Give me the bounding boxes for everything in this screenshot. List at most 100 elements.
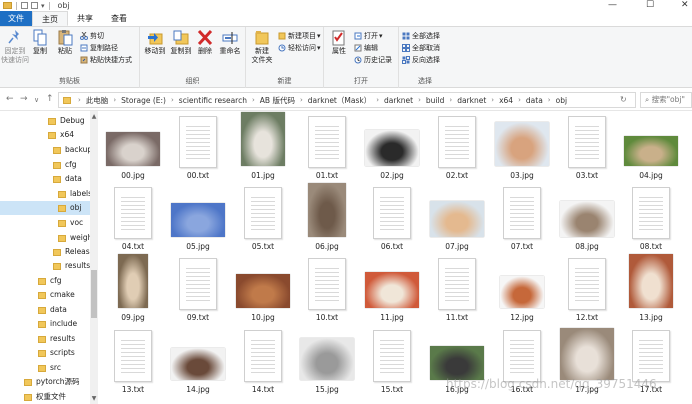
nav-item-release[interactable]: Release xyxy=(53,245,94,259)
back-icon[interactable]: ← xyxy=(6,94,14,104)
nav-item-results[interactable]: results xyxy=(38,332,75,346)
nav-item-include[interactable]: include xyxy=(38,317,77,331)
select-none-button[interactable]: 全部取消 xyxy=(402,42,440,53)
text-file-item[interactable]: 13.txt xyxy=(101,329,165,400)
up-icon[interactable]: ↑ xyxy=(46,94,54,104)
breadcrumb-item[interactable]: build xyxy=(426,96,444,105)
image-file-item[interactable]: 13.jpg xyxy=(619,254,683,328)
nav-item-voc[interactable]: voc xyxy=(58,216,83,230)
image-file-item[interactable]: 10.jpg xyxy=(231,257,295,328)
nav-item-cfg[interactable]: cfg xyxy=(38,274,62,288)
easy-access-button[interactable]: 轻松访问 ▾ xyxy=(278,42,321,53)
nav-item-backup[interactable]: backup xyxy=(53,143,92,157)
nav-item-cfg[interactable]: cfg xyxy=(53,158,77,172)
image-file-item[interactable]: 14.jpg xyxy=(166,329,230,400)
properties-button[interactable]: 属性 xyxy=(327,29,351,56)
open-button[interactable]: 打开 ▾ xyxy=(354,30,383,41)
nav-item-src[interactable]: src xyxy=(38,361,61,375)
nav-item-data[interactable]: data xyxy=(38,303,67,317)
forward-icon[interactable]: → xyxy=(20,94,28,104)
paste-shortcut-button[interactable]: 粘贴快捷方式 xyxy=(80,54,132,65)
breadcrumb[interactable]: › 此电脑 › Storage (E:) › scientific resear… xyxy=(58,92,636,108)
text-file-item[interactable]: 12.txt xyxy=(555,257,619,328)
nav-item-data[interactable]: data xyxy=(53,172,82,186)
image-file-item[interactable]: 03.jpg xyxy=(490,115,554,186)
delete-button[interactable]: 删除 xyxy=(194,29,216,56)
nav-item-debug[interactable]: Debug xyxy=(48,114,85,128)
text-file-item[interactable]: 04.txt xyxy=(101,186,165,257)
tab-view[interactable]: 查看 xyxy=(102,11,136,26)
minimize-icon[interactable]: — xyxy=(608,0,617,11)
image-file-item[interactable]: 08.jpg xyxy=(555,186,619,257)
breadcrumb-item[interactable]: x64 xyxy=(499,96,513,105)
nav-item-weights-files[interactable]: 权重文件 xyxy=(24,390,66,404)
text-file-item[interactable]: 01.txt xyxy=(295,115,359,186)
nav-scrollbar-thumb[interactable] xyxy=(91,270,97,318)
recent-dropdown-icon[interactable]: ∨ xyxy=(34,96,39,104)
image-file-item[interactable]: 00.jpg xyxy=(101,115,165,186)
image-file-item[interactable]: 04.jpg xyxy=(619,115,683,186)
breadcrumb-item[interactable]: AB 版代码 xyxy=(260,95,295,106)
text-file-item[interactable]: 02.txt xyxy=(425,115,489,186)
breadcrumb-item[interactable]: darknet xyxy=(384,96,413,105)
refresh-icon[interactable]: ↻ xyxy=(620,95,627,104)
text-file-item[interactable]: 11.txt xyxy=(425,257,489,328)
text-file-item[interactable]: 06.txt xyxy=(360,186,424,257)
nav-item-pytorch[interactable]: pytorch源码 xyxy=(24,375,80,389)
breadcrumb-item[interactable]: data xyxy=(526,96,543,105)
edit-button[interactable]: 编辑 xyxy=(354,42,378,53)
select-all-button[interactable]: 全部选择 xyxy=(402,30,440,41)
paste-button[interactable]: 粘贴 xyxy=(53,29,77,56)
nav-item-obj[interactable]: obj xyxy=(0,201,90,215)
breadcrumb-item[interactable]: darknet xyxy=(457,96,486,105)
nav-item-cmake[interactable]: cmake xyxy=(38,288,75,302)
copy-path-button[interactable]: 复制路径 xyxy=(80,42,118,53)
copy-to-button[interactable]: 复制到 xyxy=(168,29,194,56)
nav-scrollbar[interactable] xyxy=(90,111,98,404)
image-file-item[interactable]: 05.jpg xyxy=(166,186,230,257)
image-file-item[interactable]: 11.jpg xyxy=(360,257,424,328)
pin-quick-access-button[interactable]: 固定到 快速访问 xyxy=(1,29,29,65)
breadcrumb-item[interactable]: 此电脑 xyxy=(86,95,109,106)
rename-button[interactable]: 重命名 xyxy=(217,29,243,56)
breadcrumb-item[interactable]: darknet（Mask） xyxy=(308,95,371,106)
copy-button[interactable]: 复制 xyxy=(29,29,51,56)
text-file-item[interactable]: 15.txt xyxy=(360,329,424,400)
quick-access-dropdown-icon[interactable]: ▾ xyxy=(41,2,45,10)
tab-home[interactable]: 主页 xyxy=(32,11,68,26)
text-file-item[interactable]: 08.txt xyxy=(619,186,683,257)
nav-item-x64[interactable]: x64 xyxy=(48,128,74,142)
cut-button[interactable]: 剪切 xyxy=(80,30,104,41)
text-file-item[interactable]: 07.txt xyxy=(490,186,554,257)
history-button[interactable]: 历史记录 xyxy=(354,54,392,65)
tab-share[interactable]: 共享 xyxy=(68,11,102,26)
image-file-item[interactable]: 15.jpg xyxy=(295,329,359,400)
breadcrumb-item[interactable]: scientific research xyxy=(179,96,247,105)
nav-item-results[interactable]: results xyxy=(53,259,90,273)
image-file-item[interactable]: 07.jpg xyxy=(425,186,489,257)
search-input[interactable]: ⌕ 搜索"obj" xyxy=(640,92,692,108)
new-folder-button[interactable]: 新建 文件夹 xyxy=(248,29,276,65)
image-file-item[interactable]: 01.jpg xyxy=(231,112,295,186)
properties-quick-icon[interactable] xyxy=(21,2,28,9)
nav-item-scripts[interactable]: scripts xyxy=(38,346,75,360)
nav-item-labels[interactable]: labels xyxy=(58,187,92,201)
text-file-item[interactable]: 05.txt xyxy=(231,186,295,257)
invert-selection-button[interactable]: 反向选择 xyxy=(402,54,440,65)
image-file-item[interactable]: 12.jpg xyxy=(490,257,554,328)
close-icon[interactable]: ✕ xyxy=(681,0,689,11)
new-item-button[interactable]: 新建项目 ▾ xyxy=(278,30,321,41)
image-file-item[interactable]: 09.jpg xyxy=(101,254,165,328)
image-file-item[interactable]: 06.jpg xyxy=(295,183,359,257)
image-file-item[interactable]: 02.jpg xyxy=(360,115,424,186)
text-file-item[interactable]: 09.txt xyxy=(166,257,230,328)
scroll-down-icon[interactable]: ▼ xyxy=(90,395,98,402)
text-file-item[interactable]: 00.txt xyxy=(166,115,230,186)
text-file-item[interactable]: 03.txt xyxy=(555,115,619,186)
scroll-up-icon[interactable]: ▲ xyxy=(90,113,98,120)
breadcrumb-item[interactable]: obj xyxy=(556,96,567,105)
tab-file[interactable]: 文件 xyxy=(0,11,32,26)
text-file-item[interactable]: 10.txt xyxy=(295,257,359,328)
maximize-icon[interactable]: ☐ xyxy=(646,0,654,11)
breadcrumb-item[interactable]: Storage (E:) xyxy=(121,96,166,105)
